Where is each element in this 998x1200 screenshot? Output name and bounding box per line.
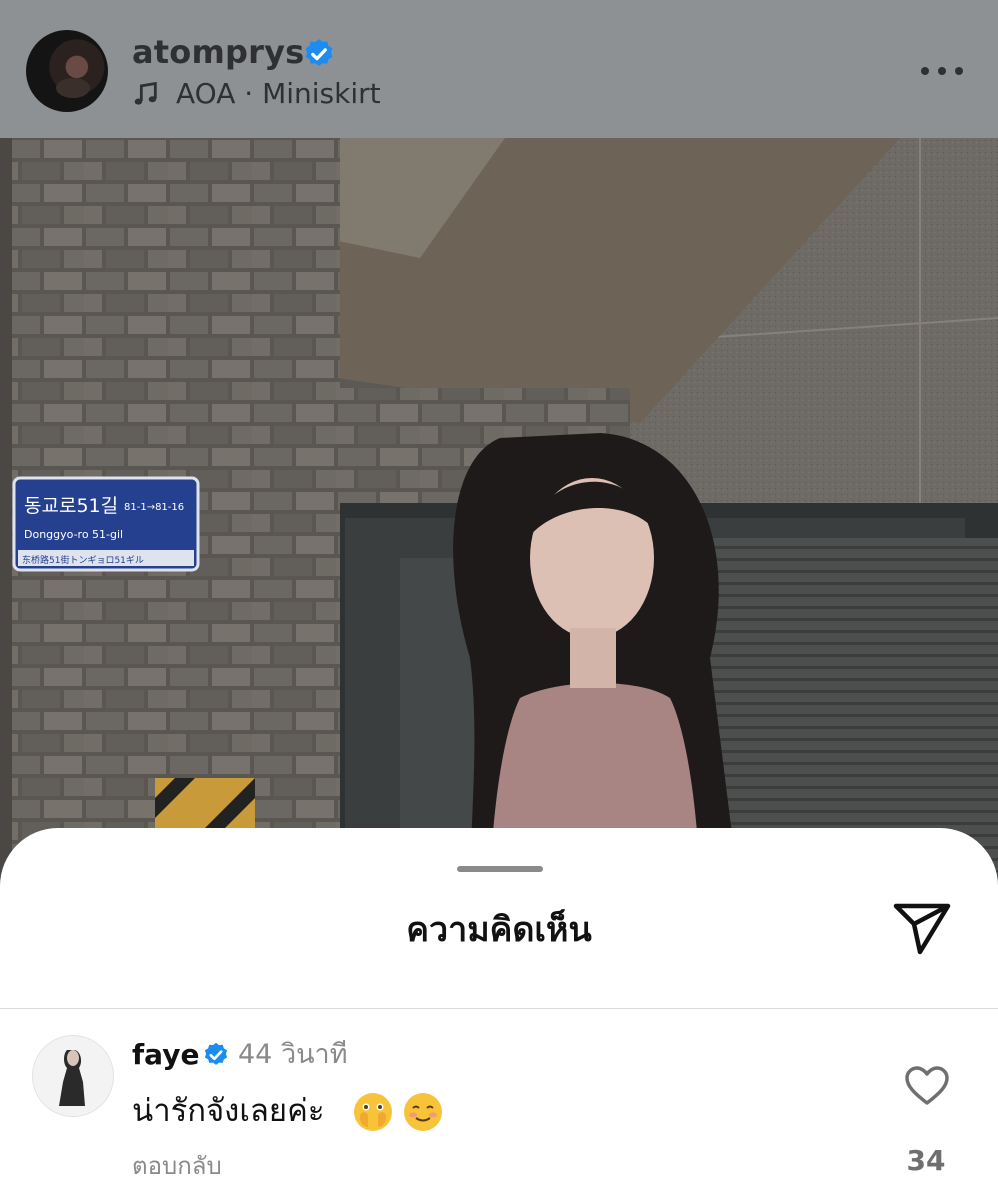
street-sign-roman: Donggyo-ro 51-gil	[24, 528, 123, 541]
more-horizontal-icon[interactable]	[920, 66, 964, 76]
street-sign-small: 东桥路51街トンギョロ51ギル	[22, 554, 144, 566]
street-sign-korean: 동교로51길	[24, 495, 118, 517]
sheet-grabber-handle[interactable]	[457, 866, 543, 872]
post-photo[interactable]: 동교로51길 81-1→81-16 Donggyo-ro 51-gil 东桥路5…	[0, 138, 998, 898]
sheet-title: ความคิดเห็น	[406, 910, 592, 950]
post-header: atomprys AOA · Miniskirt	[0, 0, 998, 138]
commenter-avatar-image	[33, 1036, 113, 1116]
comment-text: น่ารักจังเลยค่ะ	[132, 1093, 325, 1129]
like-count: 34	[906, 1144, 946, 1177]
comment-item: faye 44 วินาที น่ารักจังเลยค่ะ ตอบกลับ 3…	[0, 1009, 998, 1200]
street-sign-range: 81-1→81-16	[124, 502, 184, 513]
author-avatar[interactable]	[26, 30, 108, 112]
face-with-open-eyes-and-hand-over-mouth-icon	[354, 1093, 392, 1131]
commenter-avatar[interactable]	[32, 1035, 114, 1117]
verified-badge-icon	[305, 39, 333, 67]
music-note-icon	[134, 81, 157, 105]
commenter-username[interactable]: faye	[132, 1037, 199, 1073]
verified-badge-icon	[204, 1042, 228, 1065]
post-photo-image: 동교로51길 81-1→81-16 Donggyo-ro 51-gil 东桥路5…	[0, 138, 998, 898]
comment-timestamp: 44 วินาที	[238, 1039, 348, 1070]
send-icon[interactable]	[890, 898, 954, 958]
reply-button[interactable]: ตอบกลับ	[132, 1149, 222, 1183]
comments-sheet: ความคิดเห็น faye 44 วินาที น่ารักจังเลยค…	[0, 828, 998, 1200]
heart-icon[interactable]	[904, 1065, 950, 1107]
music-track[interactable]: AOA · Miniskirt	[176, 76, 381, 112]
author-username[interactable]: atomprys	[132, 32, 304, 72]
smiling-face-icon	[404, 1093, 442, 1131]
